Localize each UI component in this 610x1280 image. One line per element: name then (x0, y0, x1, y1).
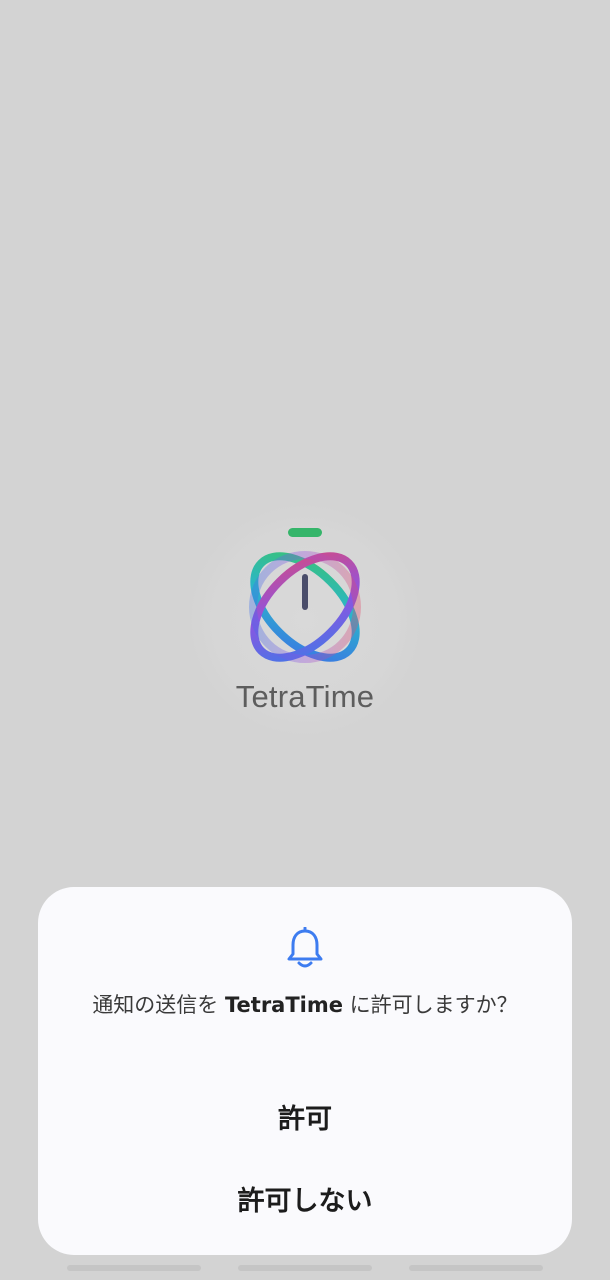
allow-button[interactable]: 許可 (38, 1097, 572, 1136)
permission-message: 通知の送信を TetraTime に許可しますか？ (68, 991, 542, 1020)
bell-icon (287, 927, 323, 968)
nav-bar-left[interactable] (67, 1265, 201, 1271)
app-name: TetraTime (235, 679, 375, 714)
deny-button[interactable]: 許可しない (38, 1179, 572, 1218)
message-suffix: に許可しますか？ (343, 993, 518, 1017)
app-logo: TetraTime (190, 505, 420, 735)
message-app-name: TetraTime (225, 993, 343, 1017)
notification-permission-dialog: 通知の送信を TetraTime に許可しますか？ 許可 許可しない (38, 887, 572, 1255)
nav-bar-center[interactable] (238, 1265, 372, 1271)
message-prefix: 通知の送信を (92, 993, 225, 1017)
nav-bar-right[interactable] (409, 1265, 543, 1271)
